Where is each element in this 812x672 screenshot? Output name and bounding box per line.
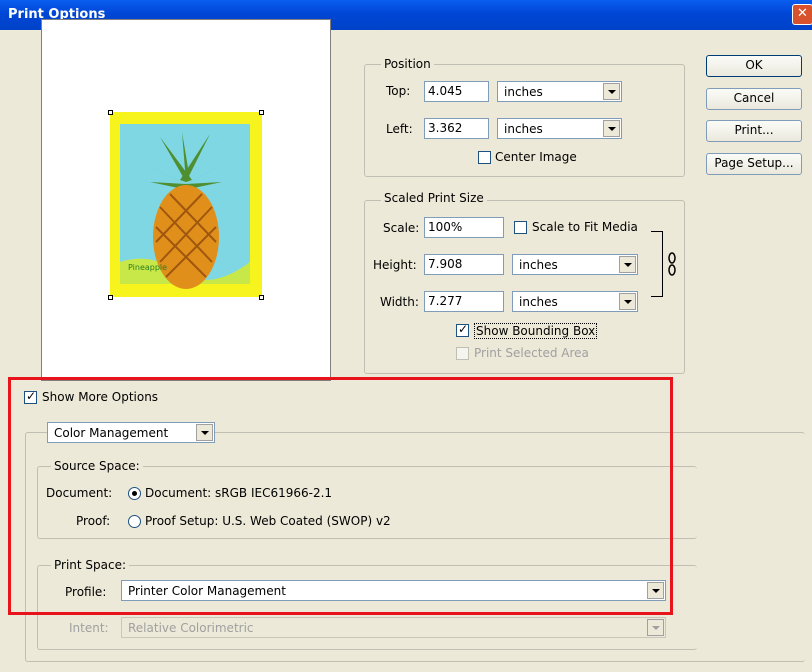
scaled-group-label: Scaled Print Size — [381, 191, 487, 205]
chevron-down-icon — [603, 120, 620, 137]
width-input[interactable]: 7.277 — [424, 291, 504, 312]
show-bounding-box-label[interactable]: Show Bounding Box — [474, 323, 598, 339]
chevron-down-icon — [603, 83, 620, 100]
image-preview[interactable]: Pineapple — [110, 112, 262, 297]
center-image-label[interactable]: Center Image — [495, 150, 577, 164]
top-label: Top: — [386, 84, 411, 98]
height-unit-value: inches — [519, 258, 558, 272]
print-selected-area-checkbox — [456, 347, 469, 360]
top-unit-select[interactable]: inches — [497, 81, 622, 102]
chevron-down-icon — [647, 619, 664, 636]
pineapple-artwork: Pineapple — [110, 112, 262, 297]
position-group-label: Position — [381, 57, 434, 71]
image-caption: Pineapple — [128, 263, 167, 272]
top-input[interactable]: 4.045 — [424, 81, 489, 102]
scale-label: Scale: — [383, 221, 420, 235]
intent-select: Relative Colorimetric — [121, 617, 666, 638]
width-unit-select[interactable]: inches — [512, 291, 638, 312]
intent-label: Intent: — [69, 621, 109, 635]
cancel-button[interactable]: Cancel — [706, 88, 802, 110]
top-unit-value: inches — [504, 85, 543, 99]
left-label: Left: — [386, 122, 413, 136]
height-label: Height: — [373, 258, 417, 272]
print-preview: Pineapple — [41, 19, 331, 381]
width-unit-value: inches — [519, 295, 558, 309]
link-proportions-icon[interactable] — [667, 252, 677, 276]
left-unit-select[interactable]: inches — [497, 118, 622, 139]
print-button[interactable]: Print... — [706, 120, 802, 142]
center-image-checkbox[interactable] — [478, 151, 491, 164]
resize-handle[interactable] — [108, 110, 113, 115]
width-label: Width: — [380, 295, 419, 309]
resize-handle[interactable] — [259, 295, 264, 300]
page-setup-button[interactable]: Page Setup... — [706, 153, 802, 175]
close-icon: ✕ — [797, 6, 808, 21]
resize-handle[interactable] — [259, 110, 264, 115]
left-unit-value: inches — [504, 122, 543, 136]
chevron-down-icon — [619, 293, 636, 310]
close-button[interactable]: ✕ — [792, 4, 812, 25]
intent-value: Relative Colorimetric — [128, 621, 254, 635]
print-selected-area-label: Print Selected Area — [474, 346, 589, 360]
resize-handle[interactable] — [108, 295, 113, 300]
scale-to-fit-label[interactable]: Scale to Fit Media — [532, 220, 638, 234]
ok-button[interactable]: OK — [706, 55, 802, 77]
constrain-bracket — [651, 231, 663, 297]
height-unit-select[interactable]: inches — [512, 254, 638, 275]
scale-input[interactable]: 100% — [424, 217, 504, 238]
scale-to-fit-checkbox[interactable] — [514, 221, 527, 234]
left-input[interactable]: 3.362 — [424, 118, 489, 139]
chevron-down-icon — [619, 256, 636, 273]
height-input[interactable]: 7.908 — [424, 254, 504, 275]
show-bounding-box-checkbox[interactable] — [456, 322, 469, 337]
highlight-box — [8, 377, 673, 615]
